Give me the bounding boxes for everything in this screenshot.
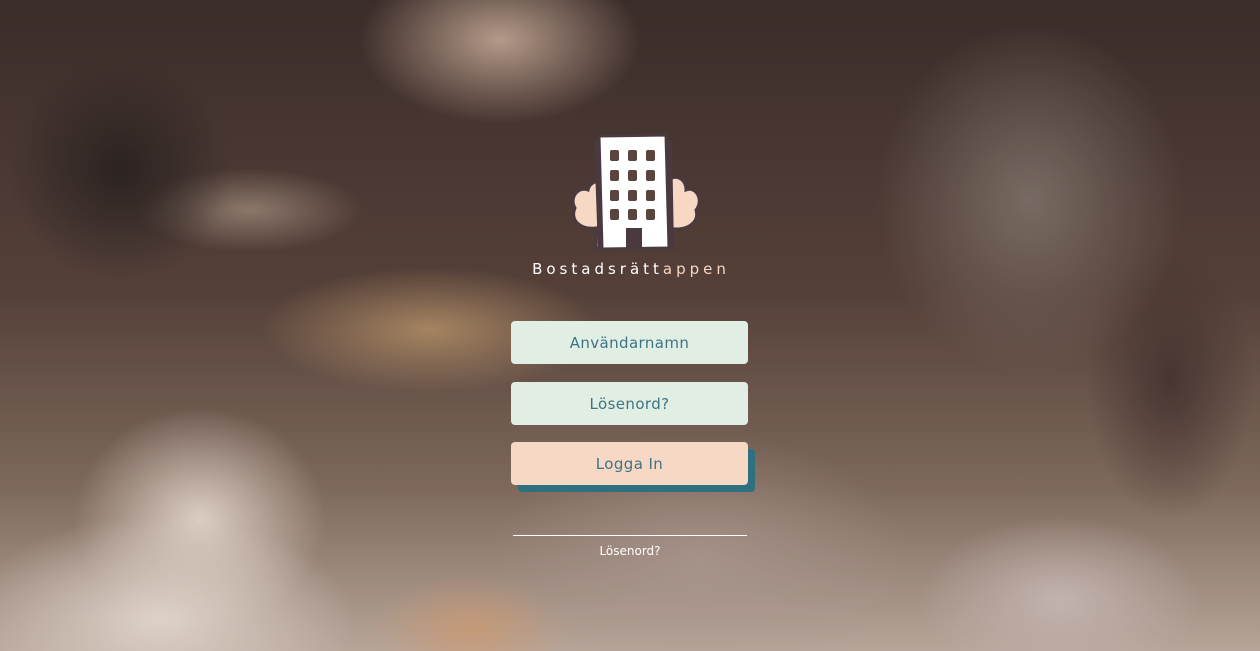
password-input[interactable] — [511, 382, 748, 425]
building-logo-icon — [571, 133, 701, 251]
brand-name-main: Bostadsrätt — [532, 260, 663, 278]
login-button[interactable]: Logga In — [511, 442, 748, 485]
forgot-password-link[interactable]: Lösenord? — [513, 544, 747, 558]
brand-name-suffix: appen — [662, 260, 730, 278]
username-input[interactable] — [511, 321, 748, 364]
divider — [513, 535, 747, 536]
app-brand-name: Bostadsrättappen — [500, 260, 762, 278]
